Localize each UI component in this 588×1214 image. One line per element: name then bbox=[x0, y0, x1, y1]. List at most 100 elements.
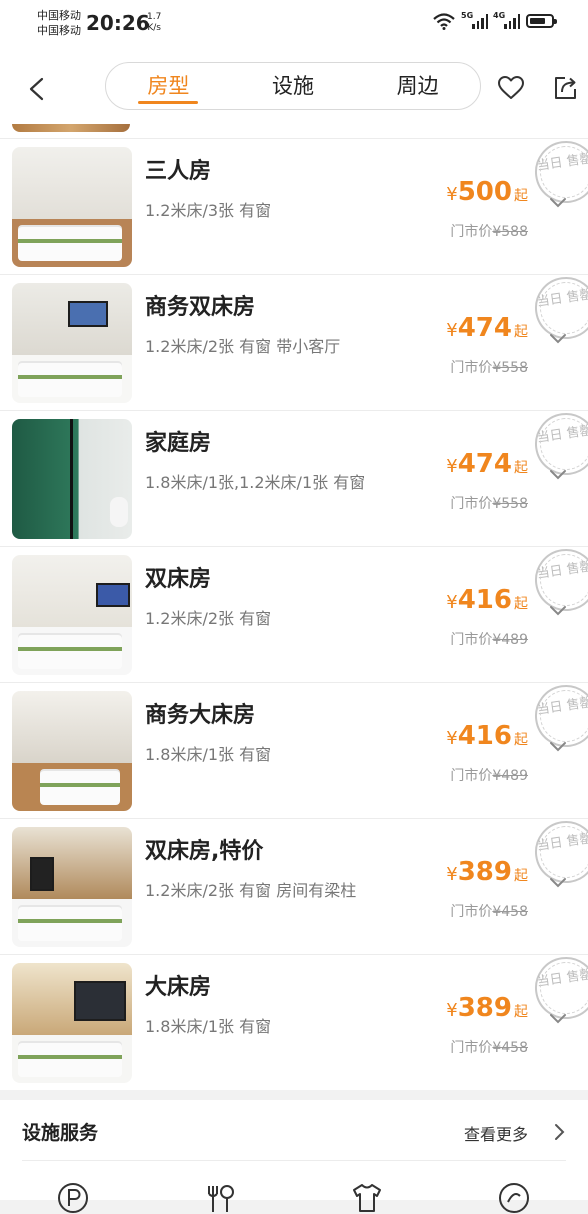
speed-value: 1.7 bbox=[147, 12, 162, 22]
price-currency: ¥ bbox=[446, 320, 458, 341]
room-desc: 1.2米床/2张 有窗 bbox=[145, 609, 272, 628]
price-currency: ¥ bbox=[446, 592, 458, 613]
battery-icon bbox=[526, 14, 557, 28]
service-icon bbox=[499, 1183, 529, 1213]
chevron-right-icon[interactable] bbox=[554, 1123, 566, 1141]
price-currency: ¥ bbox=[446, 456, 458, 477]
price-suffix: 起 bbox=[514, 868, 528, 884]
original-price-label: 门市价 bbox=[450, 768, 493, 784]
room-name: 商务大床房 bbox=[145, 703, 256, 728]
chevron-down-icon[interactable] bbox=[549, 469, 567, 481]
price-value: 474 bbox=[457, 313, 512, 343]
network-5g-label: 5G bbox=[461, 11, 474, 20]
wifi-icon bbox=[433, 13, 455, 30]
original-price: 门市价¥489 bbox=[450, 765, 528, 785]
price-suffix: 起 bbox=[514, 596, 528, 612]
room-desc: 1.2米床/2张 有窗 带小客厅 bbox=[145, 337, 341, 356]
room-item[interactable]: 商务大床房 1.8米床/1张 有窗 ¥416 起 门市价¥489 当日 售罄 bbox=[0, 680, 588, 819]
chevron-down-icon[interactable] bbox=[549, 333, 567, 345]
room-desc: 1.2米床/2张 有窗 房间有梁柱 bbox=[145, 881, 357, 900]
original-price: 门市价¥558 bbox=[450, 357, 528, 377]
room-image bbox=[12, 147, 132, 267]
original-price-value: ¥458 bbox=[492, 1040, 528, 1056]
original-price-value: ¥558 bbox=[492, 496, 528, 512]
room-item[interactable]: 家庭房 1.8米床/1张,1.2米床/1张 有窗 ¥474 起 门市价¥558 当… bbox=[0, 408, 588, 547]
original-price-label: 门市价 bbox=[450, 224, 493, 240]
room-name: 大床房 bbox=[145, 975, 212, 1000]
price-currency: ¥ bbox=[446, 184, 458, 205]
original-price: 门市价¥458 bbox=[450, 1037, 528, 1057]
network-4g-label: 4G bbox=[493, 11, 506, 20]
original-price-label: 门市价 bbox=[450, 496, 493, 512]
tab-room-types[interactable]: 房型 bbox=[106, 63, 231, 109]
status-bar: 中国移动 中国移动 20:26 1.7 K/s 5G 4G bbox=[0, 0, 588, 50]
room-item[interactable]: 双床房,特价 1.2米床/2张 有窗 房间有梁柱 ¥389 起 门市价¥458 当… bbox=[0, 816, 588, 955]
chevron-down-icon[interactable] bbox=[549, 197, 567, 209]
facilities-more-link[interactable]: 查看更多 bbox=[464, 1121, 528, 1145]
room-name: 双床房,特价 bbox=[145, 839, 264, 864]
room-image bbox=[12, 419, 132, 539]
share-icon[interactable] bbox=[551, 74, 579, 102]
room-item[interactable]: 双床房 1.2米床/2张 有窗 ¥416 起 门市价¥489 当日 售罄 bbox=[0, 544, 588, 683]
room-list[interactable]: 三人房 1.2米床/3张 有窗 ¥500 起 门市价¥588 当日 售罄 商务双床… bbox=[0, 124, 588, 1090]
room-price: ¥416 起 bbox=[446, 721, 528, 751]
original-price-value: ¥489 bbox=[492, 768, 528, 784]
room-desc: 1.8米床/1张 有窗 bbox=[145, 1017, 272, 1036]
price-value: 416 bbox=[457, 585, 512, 615]
carrier-labels: 中国移动 中国移动 bbox=[37, 8, 81, 38]
room-desc: 1.8米床/1张 有窗 bbox=[145, 745, 272, 764]
chevron-down-icon[interactable] bbox=[549, 1013, 567, 1025]
tab-surroundings[interactable]: 周边 bbox=[355, 63, 480, 109]
room-name: 商务双床房 bbox=[145, 295, 256, 320]
room-item[interactable]: 大床房 1.8米床/1张 有窗 ¥389 起 门市价¥458 当日 售罄 bbox=[0, 952, 588, 1090]
price-value: 474 bbox=[457, 449, 512, 479]
price-suffix: 起 bbox=[514, 732, 528, 748]
price-currency: ¥ bbox=[446, 728, 458, 749]
price-currency: ¥ bbox=[446, 1000, 458, 1021]
original-price: 门市价¥558 bbox=[450, 493, 528, 513]
price-suffix: 起 bbox=[514, 460, 528, 476]
original-price-value: ¥588 bbox=[492, 224, 528, 240]
favorite-icon[interactable] bbox=[497, 74, 525, 102]
room-item[interactable]: 商务双床房 1.2米床/2张 有窗 带小客厅 ¥474 起 门市价¥558 当日 … bbox=[0, 272, 588, 411]
original-price-label: 门市价 bbox=[450, 360, 493, 376]
room-item[interactable]: 三人房 1.2米床/3张 有窗 ¥500 起 门市价¥588 当日 售罄 bbox=[0, 136, 588, 275]
original-price-value: ¥558 bbox=[492, 360, 528, 376]
tab-facilities[interactable]: 设施 bbox=[231, 63, 356, 109]
original-price-value: ¥458 bbox=[492, 904, 528, 920]
original-price: 门市价¥458 bbox=[450, 901, 528, 921]
price-currency: ¥ bbox=[446, 864, 458, 885]
room-image bbox=[12, 827, 132, 947]
chevron-down-icon[interactable] bbox=[549, 741, 567, 753]
clock: 20:26 bbox=[86, 11, 150, 35]
section-tabs: 房型 设施 周边 bbox=[105, 62, 481, 110]
laundry-icon bbox=[353, 1184, 381, 1212]
room-price: ¥474 起 bbox=[446, 449, 528, 479]
chevron-down-icon[interactable] bbox=[549, 605, 567, 617]
price-suffix: 起 bbox=[514, 1004, 528, 1020]
price-value: 389 bbox=[457, 857, 512, 887]
room-name: 双床房 bbox=[145, 567, 212, 592]
room-name: 三人房 bbox=[145, 159, 212, 184]
room-desc: 1.2米床/3张 有窗 bbox=[145, 201, 272, 220]
network-speed: 1.7 K/s bbox=[147, 12, 161, 34]
price-value: 416 bbox=[457, 721, 512, 751]
facilities-section: 设施服务 查看更多 bbox=[0, 1100, 588, 1213]
facilities-title: 设施服务 bbox=[22, 1122, 99, 1144]
back-icon[interactable] bbox=[22, 74, 52, 104]
room-price: ¥474 起 bbox=[446, 313, 528, 343]
room-price: ¥389 起 bbox=[446, 993, 528, 1023]
room-price: ¥500 起 bbox=[446, 177, 528, 207]
room-name: 家庭房 bbox=[145, 431, 212, 456]
dining-icon bbox=[208, 1185, 234, 1212]
price-suffix: 起 bbox=[514, 188, 528, 204]
room-image bbox=[12, 555, 132, 675]
carrier-2: 中国移动 bbox=[37, 24, 81, 37]
carrier-1: 中国移动 bbox=[37, 9, 81, 22]
chevron-down-icon[interactable] bbox=[549, 877, 567, 889]
price-suffix: 起 bbox=[514, 324, 528, 340]
signal-5g-icon: 5G bbox=[461, 11, 488, 29]
room-desc: 1.8米床/1张,1.2米床/1张 有窗 bbox=[145, 473, 366, 492]
room-price: ¥416 起 bbox=[446, 585, 528, 615]
original-price-label: 门市价 bbox=[450, 1040, 493, 1056]
